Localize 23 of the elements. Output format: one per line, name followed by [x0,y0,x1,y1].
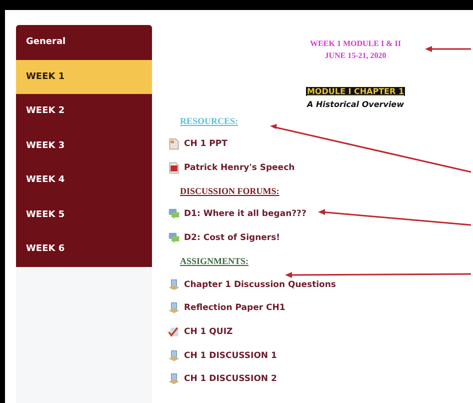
activity-link[interactable]: Chapter 1 Discussion Questions [184,280,336,290]
activity-link[interactable]: CH 1 QUIZ [184,326,233,337]
sidebar-item[interactable]: WEEK 4 [16,163,152,198]
activity-link[interactable]: CH 1 DISCUSSION 2 [184,374,277,384]
week-heading: WEEK 1 MODULE I & II [310,38,401,50]
activity-link[interactable]: Reflection Paper CH1 [184,303,286,314]
module-title: MODULE I CHAPTER 1 [306,87,406,96]
sidebar-item[interactable]: WEEK 2 [16,94,152,128]
activity-link[interactable]: CH 1 DISCUSSION 1 [184,350,277,361]
sidebar-item[interactable]: WEEK 3 [16,128,152,163]
week-heading: JUNE 15-21, 2020 [324,50,386,62]
section-heading: RESOURCES: [180,116,238,126]
activity-link[interactable]: Patrick Henry's Speech [184,162,295,173]
sidebar-item[interactable]: WEEK 1 [16,60,152,94]
sidebar-item[interactable]: General [16,25,152,60]
activity-link[interactable]: D1: Where it all began??? [184,209,306,220]
activity-link[interactable]: D2: Cost of Signers! [184,232,280,243]
sidebar-item[interactable]: WEEK 6 [16,232,152,266]
section-heading: DISCUSSION FORUMS: [180,186,280,196]
sidebar-item[interactable]: WEEK 5 [16,198,152,232]
section-heading: ASSIGNMENTS: [180,256,249,266]
module-subtitle: A Historical Overview [306,100,404,109]
activity-link[interactable]: CH 1 PPT [184,138,228,149]
